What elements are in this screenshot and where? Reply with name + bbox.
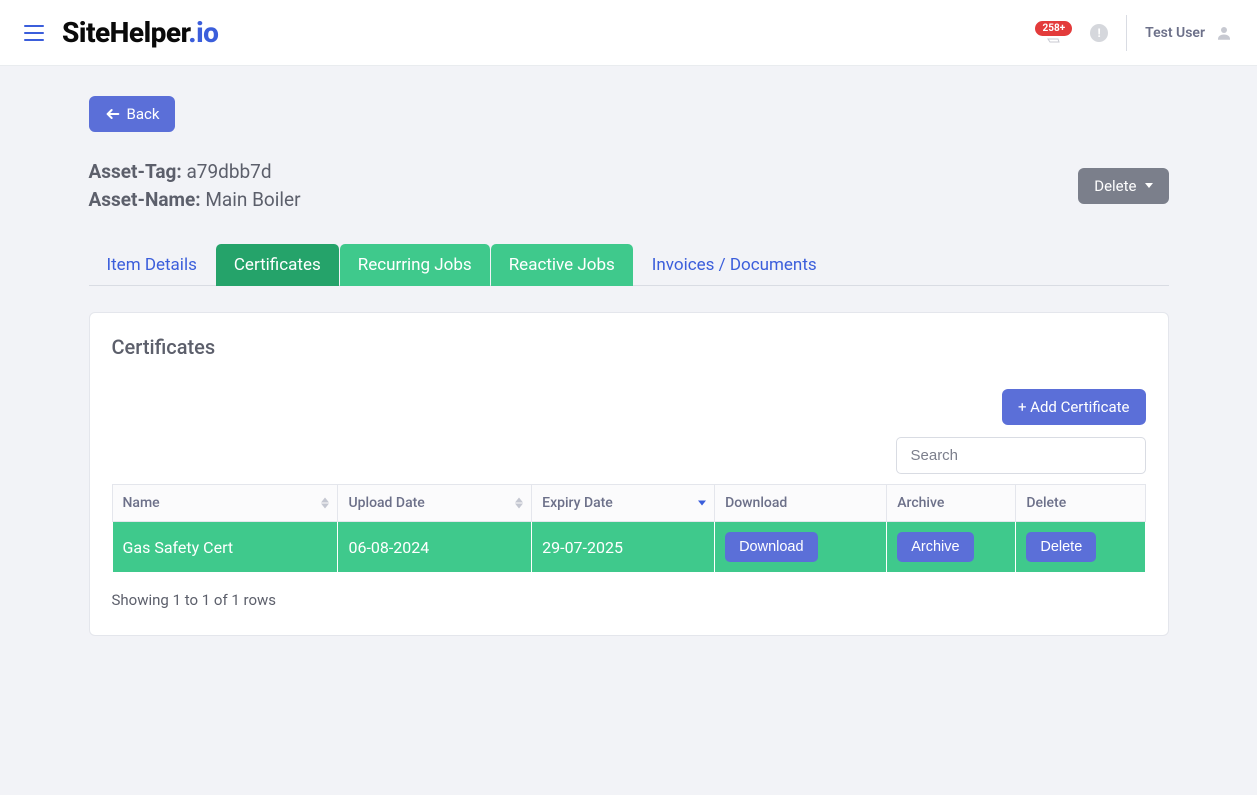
tab-reactive-jobs[interactable]: Reactive Jobs	[491, 244, 633, 286]
notifications-badge[interactable]: 258+	[1035, 21, 1072, 44]
sort-icon	[515, 498, 523, 509]
col-archive: Archive	[887, 485, 1016, 522]
download-button[interactable]: Download	[725, 532, 818, 562]
cell-name: Gas Safety Cert	[112, 522, 338, 573]
navbar-divider	[1126, 15, 1127, 51]
user-name: Test User	[1145, 25, 1205, 41]
archive-button[interactable]: Archive	[897, 532, 973, 562]
back-button-label: Back	[127, 105, 160, 123]
menu-toggle-icon[interactable]	[24, 25, 44, 41]
asset-name-label: Asset-Name:	[89, 188, 201, 211]
add-certificate-button[interactable]: + Add Certificate	[1002, 389, 1146, 425]
asset-info: Asset-Tag: a79dbb7d Asset-Name: Main Boi…	[89, 158, 301, 213]
cell-expiry-date: 29-07-2025	[532, 522, 715, 573]
cart-icon	[1047, 38, 1061, 44]
tab-certificates[interactable]: Certificates	[216, 244, 339, 286]
col-download: Download	[715, 485, 887, 522]
arrow-left-icon	[105, 106, 121, 122]
tab-invoices-documents[interactable]: Invoices / Documents	[634, 244, 835, 286]
tab-item-details[interactable]: Item Details	[89, 244, 215, 286]
sort-icon	[321, 498, 329, 509]
table-footer: Showing 1 to 1 of 1 rows	[112, 591, 1146, 609]
avatar-icon	[1215, 24, 1233, 42]
asset-tag-value: a79dbb7d	[186, 160, 271, 183]
search-input[interactable]	[896, 437, 1146, 474]
certificates-card: Certificates + Add Certificate Name Uplo…	[89, 312, 1169, 636]
notifications-count: 258+	[1035, 21, 1072, 36]
top-navbar: SiteHelper.io 258+ ! Test User	[0, 0, 1257, 66]
brand-logo[interactable]: SiteHelper.io	[62, 16, 218, 49]
brand-main: SiteHelper	[62, 16, 188, 49]
col-delete: Delete	[1016, 485, 1145, 522]
asset-name-value: Main Boiler	[205, 188, 300, 211]
tab-recurring-jobs[interactable]: Recurring Jobs	[340, 244, 490, 286]
table-row: Gas Safety Cert 06-08-2024 29-07-2025 Do…	[112, 522, 1145, 573]
cell-upload-date: 06-08-2024	[338, 522, 532, 573]
card-title: Certificates	[112, 335, 1146, 359]
info-icon[interactable]: !	[1090, 24, 1108, 42]
user-menu[interactable]: Test User	[1145, 24, 1233, 42]
col-expiry-date[interactable]: Expiry Date	[532, 485, 715, 522]
certificates-table: Name Upload Date Expiry Date Download Ar…	[112, 484, 1146, 573]
asset-tag-label: Asset-Tag:	[89, 160, 182, 183]
col-upload-date[interactable]: Upload Date	[338, 485, 532, 522]
delete-asset-dropdown[interactable]: Delete	[1078, 168, 1168, 204]
chevron-down-icon	[1145, 183, 1153, 188]
sort-desc-icon	[698, 501, 706, 506]
col-name[interactable]: Name	[112, 485, 338, 522]
delete-row-button[interactable]: Delete	[1026, 532, 1096, 562]
tabs: Item Details Certificates Recurring Jobs…	[89, 243, 1169, 286]
brand-suffix: .io	[188, 16, 218, 49]
back-button[interactable]: Back	[89, 96, 176, 132]
delete-asset-label: Delete	[1094, 177, 1136, 195]
